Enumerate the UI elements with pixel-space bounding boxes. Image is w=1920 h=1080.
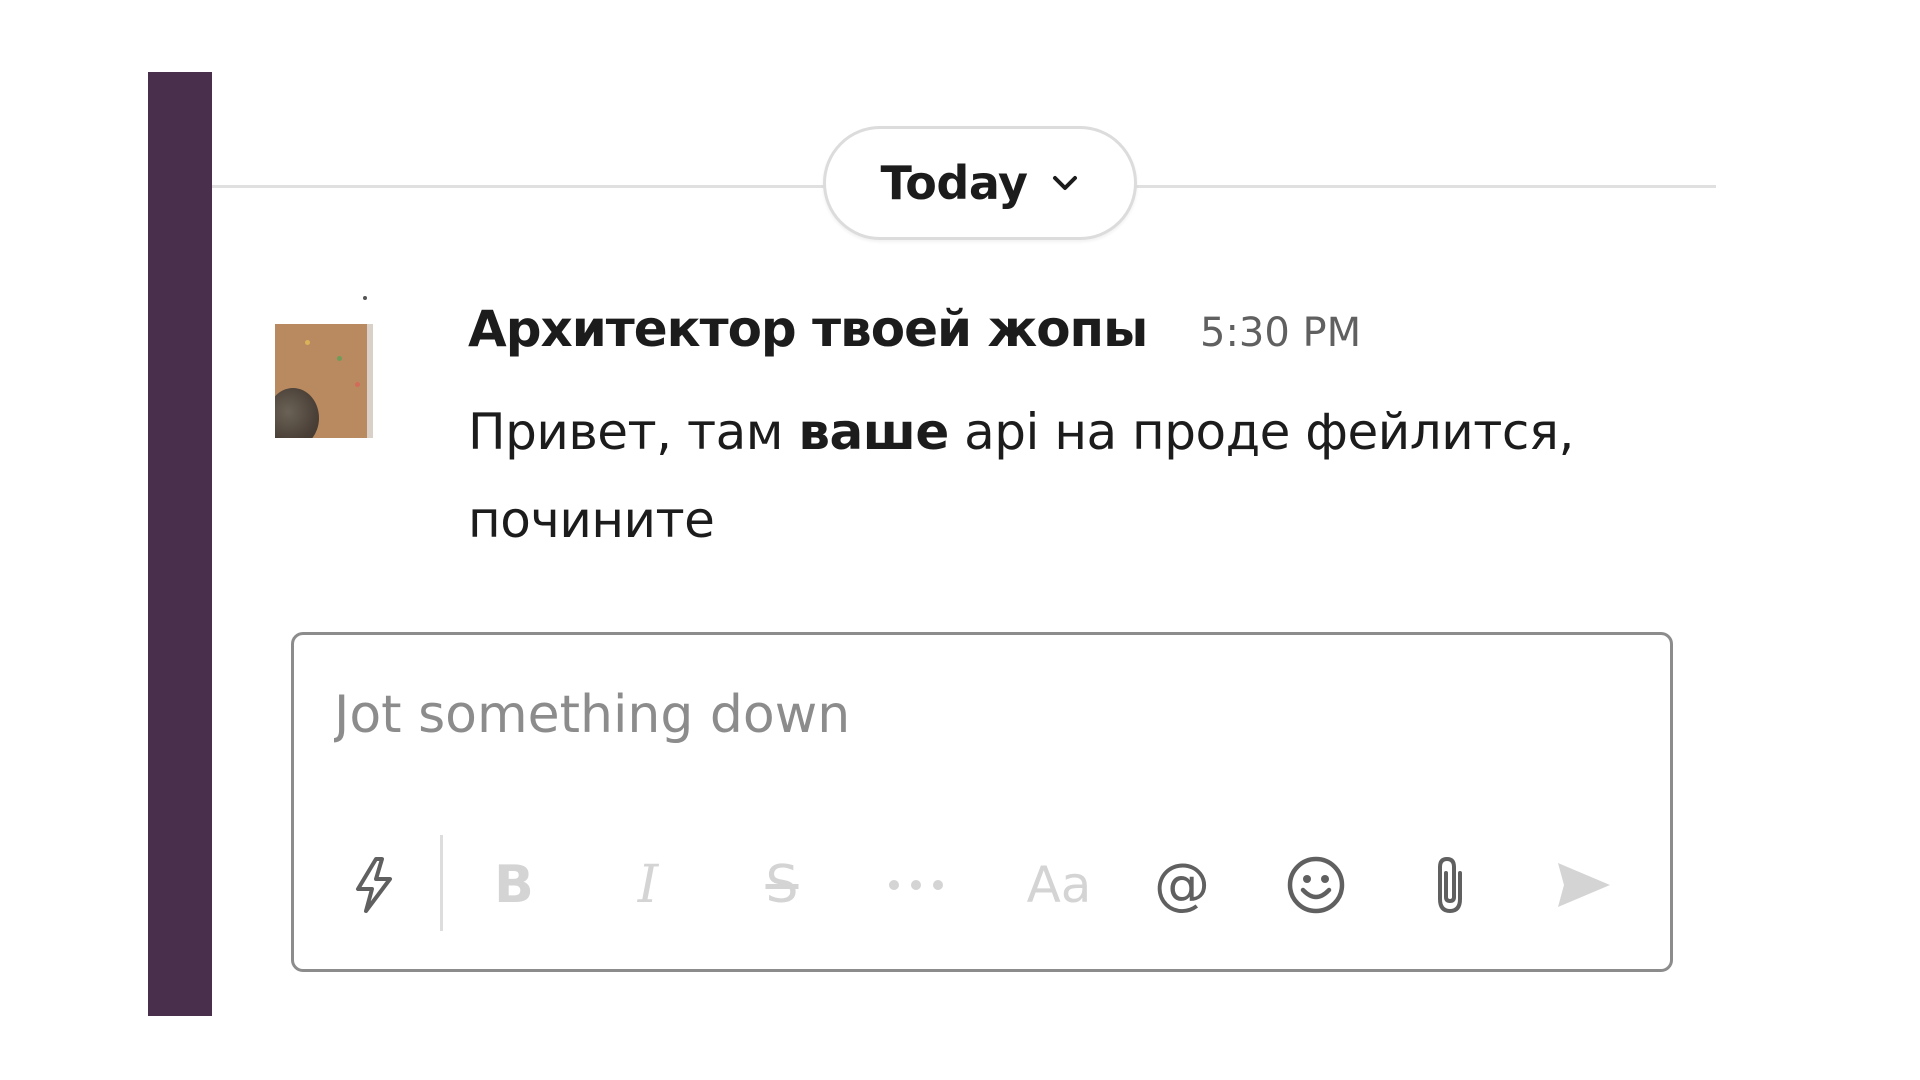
send-button[interactable] <box>1548 849 1620 921</box>
emoji-button[interactable] <box>1280 849 1352 921</box>
send-icon <box>1554 857 1614 913</box>
more-icon <box>886 877 946 893</box>
italic-button[interactable]: I <box>612 849 684 921</box>
chevron-down-icon <box>1051 173 1079 193</box>
attach-icon <box>1426 853 1474 917</box>
lightning-icon <box>346 853 402 917</box>
emoji-icon <box>1285 854 1347 916</box>
avatar-photo-detail <box>363 296 367 300</box>
message-text: Привет, там ваше api на проде фейлится, … <box>468 388 1668 564</box>
avatar[interactable] <box>275 290 425 438</box>
composer-toolbar: B I S Aa @ <box>294 835 1670 935</box>
strikethrough-icon: S <box>765 855 799 915</box>
bold-icon: B <box>494 855 534 915</box>
shortcuts-button[interactable] <box>338 849 410 921</box>
mention-button[interactable]: @ <box>1146 849 1218 921</box>
avatar-photo-detail <box>305 340 310 345</box>
mention-icon: @ <box>1154 852 1210 917</box>
italic-icon: I <box>637 855 659 915</box>
avatar-photo-frame <box>367 324 373 438</box>
attach-button[interactable] <box>1414 849 1486 921</box>
toolbar-divider <box>440 835 443 931</box>
text-format-button[interactable]: Aa <box>1014 849 1104 921</box>
day-divider-label: Today <box>880 156 1028 210</box>
message-sender-name[interactable]: Архитектор твоей жопы <box>468 300 1148 358</box>
message-timestamp[interactable]: 5:30 PM <box>1200 310 1361 356</box>
strikethrough-button[interactable]: S <box>746 849 818 921</box>
day-divider-button[interactable]: Today <box>823 126 1137 240</box>
message-text-part: Привет, там <box>468 403 799 461</box>
workspace-sidebar-strip <box>148 72 212 1016</box>
composer-input[interactable] <box>334 675 1614 755</box>
bold-button[interactable]: B <box>478 849 550 921</box>
message-composer: B I S Aa @ <box>291 632 1673 972</box>
text-format-icon: Aa <box>1026 856 1092 914</box>
more-formatting-button[interactable] <box>880 849 952 921</box>
avatar-photo-detail <box>355 382 360 387</box>
avatar-photo-detail <box>337 356 342 361</box>
message-text-bold: ваше <box>798 403 949 461</box>
